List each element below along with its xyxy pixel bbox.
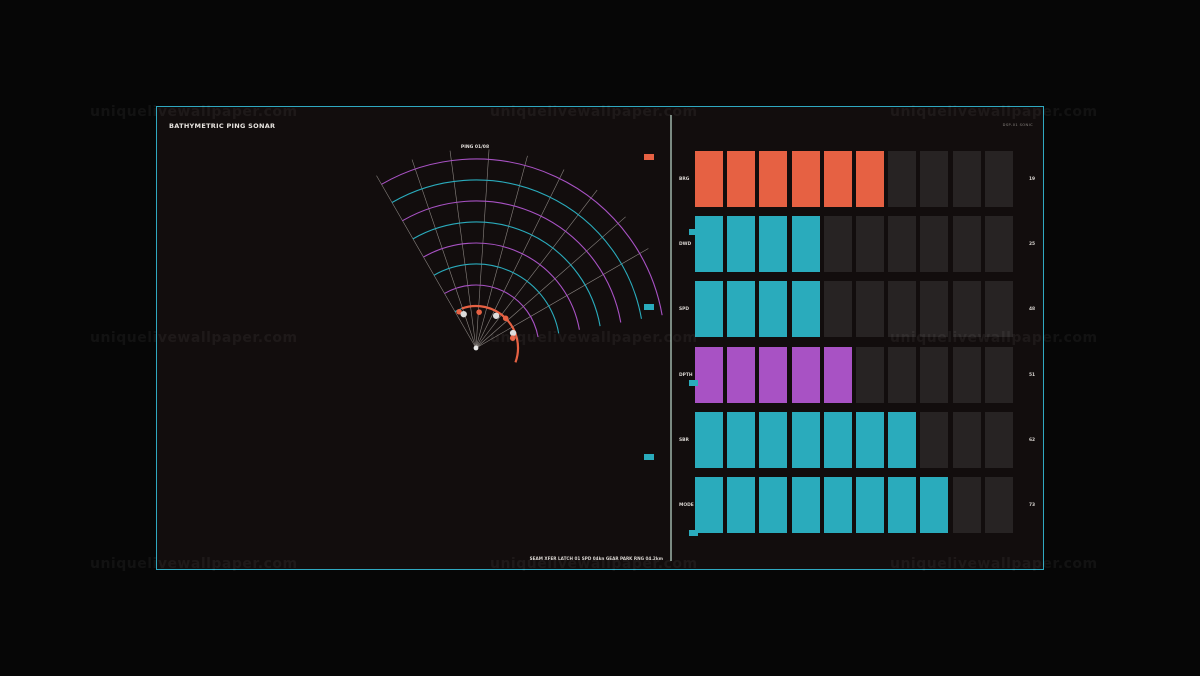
level-cell-filled (695, 151, 723, 207)
level-cell-filled (759, 281, 788, 338)
side-marker-cyan (644, 304, 654, 310)
level-cell-empty (856, 346, 884, 403)
side-marker-cyan (644, 454, 654, 460)
level-cell-empty (920, 151, 949, 207)
watermark-text: uniquelivewallpaper.com (90, 556, 298, 572)
level-cell-empty (888, 151, 917, 207)
level-cell-filled (791, 151, 820, 207)
level-cell-filled (791, 411, 820, 468)
level-cell-filled (856, 477, 884, 533)
level-cell-filled (920, 477, 949, 533)
level-cell-filled (727, 216, 756, 273)
level-cell-empty (920, 281, 949, 338)
level-cell-filled (823, 346, 852, 403)
level-cell-empty (920, 346, 949, 403)
sonar-ring (433, 263, 560, 334)
level-cell-filled (791, 281, 820, 338)
level-cell-empty (952, 346, 981, 403)
sonar-spoke (475, 169, 565, 349)
level-cell-empty (952, 151, 981, 207)
level-row-value: 25 (1029, 242, 1036, 248)
level-cell-filled (727, 281, 756, 338)
level-cell-filled (759, 216, 788, 273)
level-cell-filled (791, 216, 820, 273)
sonar-blip (460, 310, 467, 318)
level-cell-filled (888, 477, 917, 533)
sonar-spoke (475, 216, 626, 349)
level-cell-empty (920, 411, 949, 468)
level-cell-empty (823, 281, 852, 338)
level-cell-empty (823, 216, 852, 273)
level-cell-filled (695, 346, 723, 403)
level-cell-empty (984, 411, 1013, 468)
level-tick-marker (689, 229, 698, 235)
level-cell-empty (984, 281, 1013, 338)
level-tick-marker (689, 530, 698, 536)
watermark-text: uniquelivewallpaper.com (90, 104, 298, 120)
sonar-blip (476, 309, 482, 315)
level-cell-empty (920, 216, 949, 273)
level-cell-filled (727, 477, 756, 533)
level-cell-empty (888, 216, 917, 273)
watermark-text: uniquelivewallpaper.com (890, 104, 1098, 120)
level-tick-marker (689, 380, 698, 386)
watermark-text: uniquelivewallpaper.com (90, 330, 298, 346)
level-cell-empty (984, 216, 1013, 273)
watermark-text: uniquelivewallpaper.com (490, 330, 698, 346)
sonar-blip (502, 315, 509, 322)
level-cell-filled (791, 346, 820, 403)
level-cell-filled (791, 477, 820, 533)
watermark-text: uniquelivewallpaper.com (890, 556, 1098, 572)
level-cell-filled (888, 411, 917, 468)
level-cell-empty (952, 477, 981, 533)
level-cell-empty (952, 411, 981, 468)
level-cell-filled (759, 151, 788, 207)
level-row-value: 73 (1029, 503, 1036, 508)
level-cell-empty (984, 151, 1013, 207)
watermark-text: uniquelivewallpaper.com (490, 556, 698, 572)
level-cell-empty (952, 216, 981, 273)
side-marker-orange (644, 154, 654, 160)
level-cell-filled (727, 151, 756, 207)
level-cell-empty (856, 216, 884, 273)
level-cell-empty (952, 281, 981, 338)
sonar-blip (492, 312, 500, 319)
sonar-ring (391, 179, 642, 319)
level-cell-filled (759, 477, 788, 533)
level-cell-empty (984, 477, 1013, 533)
level-cell-filled (695, 281, 723, 338)
panel-code: DSP-01 SONIC (1002, 123, 1033, 127)
level-cell-filled (727, 411, 756, 468)
sonar-spoke (475, 149, 490, 349)
level-row-value: 19 (1029, 177, 1036, 182)
level-cell-filled (823, 477, 852, 533)
level-cell-empty (888, 346, 917, 403)
level-cell-filled (823, 411, 852, 468)
watermark-text: uniquelivewallpaper.com (890, 330, 1098, 346)
level-row-value: 62 (1029, 437, 1036, 443)
level-cell-filled (695, 477, 723, 533)
level-cell-filled (695, 216, 723, 273)
level-cell-empty (888, 281, 917, 338)
level-row-value: 48 (1029, 307, 1036, 313)
sonar-ring (423, 242, 580, 330)
level-cell-filled (695, 411, 723, 468)
level-cell-empty (856, 281, 884, 338)
level-cell-filled (759, 346, 788, 403)
level-cell-empty (984, 346, 1013, 403)
level-cell-filled (856, 411, 884, 468)
level-cell-filled (856, 151, 884, 207)
sonar-origin-dot (473, 345, 479, 351)
sonar-ring (402, 200, 622, 323)
level-cell-filled (823, 151, 852, 207)
level-row-value: 51 (1029, 372, 1036, 378)
level-cell-filled (759, 411, 788, 468)
sonar-ring (412, 221, 601, 327)
sonar-ring (381, 158, 663, 316)
sonar-spoke (475, 155, 528, 349)
level-cell-filled (727, 346, 756, 403)
watermark-text: uniquelivewallpaper.com (490, 104, 698, 120)
